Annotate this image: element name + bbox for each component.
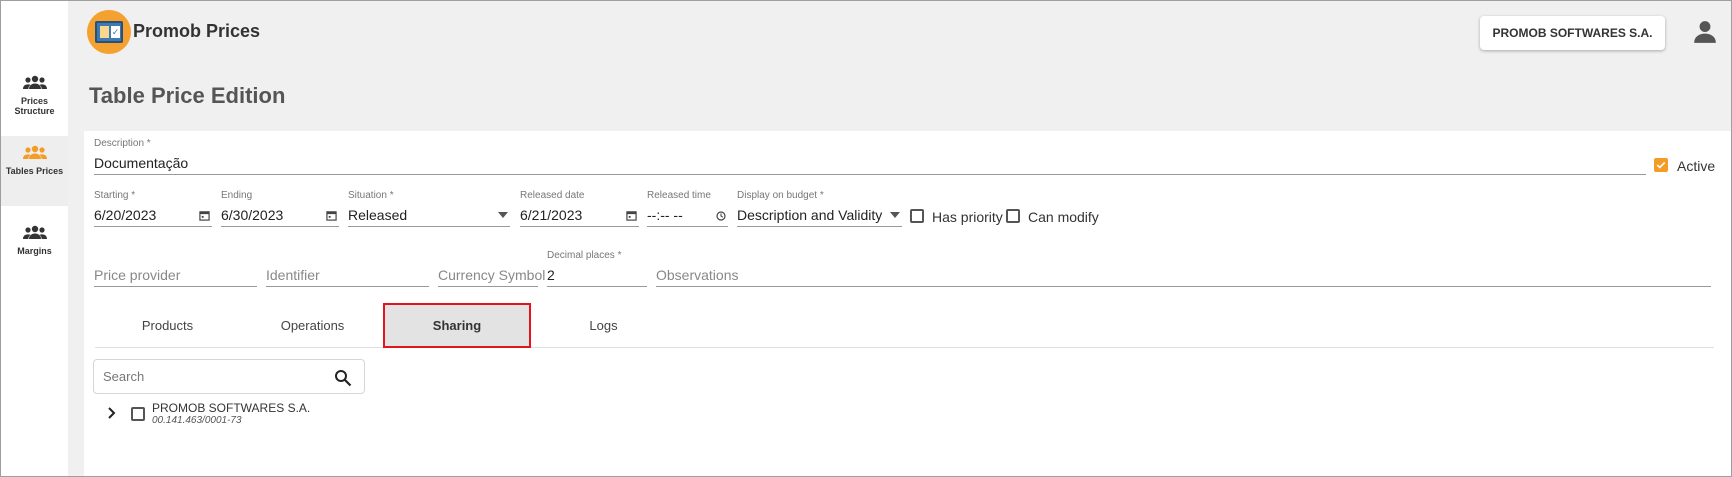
starting-value[interactable]: 6/20/2023 xyxy=(94,207,156,223)
decimal-places-label: Decimal places * xyxy=(547,250,622,261)
chevron-right-icon[interactable] xyxy=(105,406,119,420)
active-checkbox[interactable] xyxy=(1654,158,1668,172)
company-name: PROMOB SOFTWARES S.A. xyxy=(152,401,311,415)
sidebar-item-label: Tables Prices xyxy=(5,166,64,176)
active-label: Active xyxy=(1677,158,1716,174)
observations-placeholder[interactable]: Observations xyxy=(656,267,738,283)
clock-icon[interactable] xyxy=(716,211,726,221)
tab-operations[interactable]: Operations xyxy=(240,303,385,348)
check-icon xyxy=(1656,161,1666,169)
currency-symbol-field[interactable]: Currency Symbol xyxy=(438,250,545,287)
company-selector-button[interactable]: PROMOB SOFTWARES S.A. xyxy=(1480,16,1665,50)
ending-label: Ending xyxy=(221,190,253,201)
situation-label: Situation * xyxy=(348,190,394,201)
tab-products[interactable]: Products xyxy=(95,303,240,348)
sidebar-item-label: Margins xyxy=(17,246,52,256)
app-bar: ✓ Promob Prices PROMOB SOFTWARES S.A. xyxy=(73,1,1731,61)
tab-bar: Products Operations Sharing Logs xyxy=(95,303,1714,348)
display-on-budget-value[interactable]: Description and Validity xyxy=(737,207,882,223)
calendar-icon[interactable] xyxy=(326,210,337,221)
users-icon xyxy=(22,225,47,239)
calendar-icon[interactable] xyxy=(199,210,210,221)
display-on-budget-select[interactable]: Display on budget * Description and Vali… xyxy=(737,190,902,227)
display-on-budget-label: Display on budget * xyxy=(737,190,824,201)
has-priority-label: Has priority xyxy=(932,209,1003,225)
description-label: Description * xyxy=(94,138,151,149)
starting-label: Starting * xyxy=(94,190,136,201)
released-date-value[interactable]: 6/21/2023 xyxy=(520,207,582,223)
identifier-field[interactable]: Identifier xyxy=(266,250,429,287)
identifier-placeholder[interactable]: Identifier xyxy=(266,267,320,283)
price-provider-placeholder[interactable]: Price provider xyxy=(94,267,180,283)
released-time-value[interactable]: --:-- -- xyxy=(647,207,683,223)
ending-value[interactable]: 6/30/2023 xyxy=(221,207,283,223)
search-placeholder[interactable]: Search xyxy=(103,369,144,384)
ending-date-field[interactable]: Ending 6/30/2023 xyxy=(221,190,339,227)
observations-field[interactable]: Observations xyxy=(656,250,1711,287)
search-icon[interactable] xyxy=(334,369,352,387)
released-date-field[interactable]: Released date 6/21/2023 xyxy=(520,190,639,227)
situation-select[interactable]: Situation * Released xyxy=(348,190,510,227)
currency-symbol-placeholder[interactable]: Currency Symbol xyxy=(438,267,545,283)
starting-date-field[interactable]: Starting * 6/20/2023 xyxy=(94,190,212,227)
can-modify-checkbox[interactable] xyxy=(1006,209,1020,223)
sidebar-item-label: Prices Structure xyxy=(14,96,55,116)
decimal-places-value[interactable]: 2 xyxy=(547,267,555,283)
released-date-label: Released date xyxy=(520,190,585,201)
has-priority-checkbox[interactable] xyxy=(910,209,924,223)
tab-logs[interactable]: Logs xyxy=(531,303,676,348)
sidebar-item-prices-structure[interactable]: Prices Structure xyxy=(1,66,68,136)
sidebar-item-margins[interactable]: Margins xyxy=(1,216,68,286)
price-provider-field[interactable]: Price provider xyxy=(94,250,257,287)
tab-sharing[interactable]: Sharing xyxy=(383,303,531,348)
description-value[interactable]: Documentação xyxy=(94,155,188,171)
company-tree-item: PROMOB SOFTWARES S.A. 00.141.463/0001-73 xyxy=(100,398,500,432)
can-modify-label: Can modify xyxy=(1028,209,1099,225)
dropdown-arrow-icon[interactable] xyxy=(890,212,900,218)
users-icon xyxy=(22,75,47,89)
app-title: Promob Prices xyxy=(133,21,261,41)
calendar-icon[interactable] xyxy=(626,210,637,221)
dropdown-arrow-icon[interactable] xyxy=(498,212,508,218)
released-time-label: Released time xyxy=(647,190,711,201)
description-field[interactable]: Description * Documentação xyxy=(94,138,1646,175)
app-logo: ✓ xyxy=(87,10,131,54)
situation-value[interactable]: Released xyxy=(348,207,407,223)
company-document: 00.141.463/0001-73 xyxy=(152,415,242,426)
decimal-places-field[interactable]: Decimal places * 2 xyxy=(547,250,647,287)
account-icon[interactable] xyxy=(1692,19,1718,45)
sidebar: Prices Structure Tables Prices Margins xyxy=(1,1,68,476)
sharing-search-input[interactable]: Search xyxy=(93,359,365,394)
users-icon xyxy=(22,145,47,159)
sidebar-item-tables-prices[interactable]: Tables Prices xyxy=(1,136,68,206)
company-checkbox[interactable] xyxy=(131,407,145,421)
released-time-field[interactable]: Released time --:-- -- xyxy=(647,190,728,227)
page-title: Table Price Edition xyxy=(89,83,286,108)
